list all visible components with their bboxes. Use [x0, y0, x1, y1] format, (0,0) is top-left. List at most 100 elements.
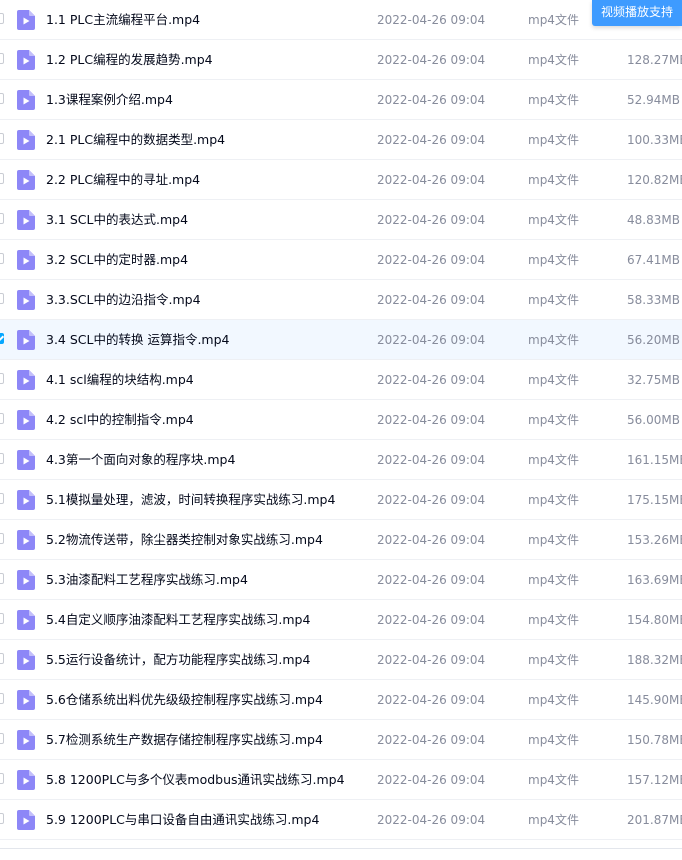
file-size: 100.33MB [627, 133, 682, 147]
video-file-icon [17, 770, 35, 790]
file-name[interactable]: 5.5运行设备统计，配方功能程序实战练习.mp4 [46, 640, 310, 680]
video-file-icon [17, 90, 35, 110]
file-row[interactable]: 5.2物流传送带，除尘器类控制对象实战练习.mp4 2022-04-26 09:0… [0, 520, 682, 560]
row-checkbox[interactable] [0, 133, 4, 144]
file-name[interactable]: 1.2 PLC编程的发展趋势.mp4 [46, 40, 213, 80]
row-checkbox[interactable] [0, 533, 4, 544]
row-checkbox[interactable] [0, 333, 4, 344]
file-row[interactable]: 5.3油漆配料工艺程序实战练习.mp4 2022-04-26 09:04 mp4文件… [0, 560, 682, 600]
file-row[interactable]: 2.1 PLC编程中的数据类型.mp4 2022-04-26 09:04 mp4文件… [0, 120, 682, 160]
file-name[interactable]: 1.1 PLC主流编程平台.mp4 [46, 0, 200, 40]
file-type: mp4文件 [528, 373, 579, 387]
row-checkbox[interactable] [0, 613, 4, 624]
file-name[interactable]: 5.7检测系统生产数据存储控制程序实战练习.mp4 [46, 720, 323, 760]
file-row[interactable]: 5.6仓储系统出料优先级级控制程序实战练习.mp4 2022-04-26 09:0… [0, 680, 682, 720]
video-file-icon [17, 10, 35, 30]
video-file-icon [17, 410, 35, 430]
file-row[interactable]: 4.3第一个面向对象的程序块.mp4 2022-04-26 09:04 mp4文件 1… [0, 440, 682, 480]
row-checkbox[interactable] [0, 653, 4, 664]
video-file-icon [17, 370, 35, 390]
file-date: 2022-04-26 09:04 [377, 133, 486, 147]
file-date: 2022-04-26 09:04 [377, 813, 486, 827]
row-checkbox[interactable] [0, 213, 4, 224]
file-row[interactable]: 4.2 scl中的控制指令.mp4 2022-04-26 09:04 mp4文件 56… [0, 400, 682, 440]
file-row[interactable]: 1.1 PLC主流编程平台.mp42022-04-26 09:04mp4文件56… [0, 0, 682, 40]
video-file-icon [17, 810, 35, 830]
video-file-icon [17, 210, 35, 230]
row-checkbox[interactable] [0, 773, 4, 784]
file-row[interactable]: 5.9 1200PLC与串口设备自由通讯实战练习.mp4 2022-04-26 0… [0, 800, 682, 840]
row-checkbox[interactable] [0, 733, 4, 744]
video-file-icon [17, 250, 35, 270]
file-name[interactable]: 1.3课程案例介绍.mp4 [46, 80, 173, 120]
file-type: mp4文件 [528, 253, 579, 267]
file-name[interactable]: 3.3.SCL中的边沿指令.mp4 [46, 280, 201, 320]
row-checkbox[interactable] [0, 293, 4, 304]
row-checkbox[interactable] [0, 253, 4, 264]
row-checkbox[interactable] [0, 373, 4, 384]
file-type: mp4文件 [528, 653, 579, 667]
video-file-icon [17, 50, 35, 70]
file-size: 145.90MB [627, 693, 682, 707]
file-row[interactable]: 1.2 PLC编程的发展趋势.mp4 2022-04-26 09:04 mp4文件 1… [0, 40, 682, 80]
file-name[interactable]: 4.2 scl中的控制指令.mp4 [46, 400, 194, 440]
row-checkbox[interactable] [0, 173, 4, 184]
file-type: mp4文件 [528, 693, 579, 707]
file-name[interactable]: 5.3油漆配料工艺程序实战练习.mp4 [46, 560, 248, 600]
row-checkbox[interactable] [0, 573, 4, 584]
row-checkbox[interactable] [0, 813, 4, 824]
file-row[interactable]: 5.5运行设备统计，配方功能程序实战练习.mp4 2022-04-26 09:04… [0, 640, 682, 680]
file-name[interactable]: 2.1 PLC编程中的数据类型.mp4 [46, 120, 225, 160]
file-name[interactable]: 2.2 PLC编程中的寻址.mp4 [46, 160, 200, 200]
row-checkbox[interactable] [0, 493, 4, 504]
video-playback-support-button[interactable]: 视频播放支持 [592, 0, 682, 26]
file-date: 2022-04-26 09:04 [377, 173, 486, 187]
file-type: mp4文件 [528, 413, 579, 427]
video-file-icon [17, 170, 35, 190]
file-name[interactable]: 3.2 SCL中的定时器.mp4 [46, 240, 188, 280]
row-checkbox[interactable] [0, 13, 4, 24]
file-size: 52.94MB [627, 93, 680, 107]
file-type: mp4文件 [528, 93, 579, 107]
file-name[interactable]: 5.2物流传送带，除尘器类控制对象实战练习.mp4 [46, 520, 323, 560]
video-file-icon [17, 530, 35, 550]
file-name[interactable]: 5.9 1200PLC与串口设备自由通讯实战练习.mp4 [46, 800, 319, 840]
file-list-page: 视频播放支持 1.1 PLC主流编程平台.mp4 2022-04-26 09:04… [0, 0, 682, 860]
file-type: mp4文件 [528, 613, 579, 627]
file-row[interactable]: 5.7检测系统生产数据存储控制程序实战练习.mp4 2022-04-26 09:0… [0, 720, 682, 760]
file-row[interactable]: 5.1模拟量处理，滤波，时间转换程序实战练习.mp4 2022-04-26 09:… [0, 480, 682, 520]
file-row[interactable]: 3.4 SCL中的转换 运算指令.mp4 2022-04-26 09:04 mp4文… [0, 320, 682, 360]
row-checkbox[interactable] [0, 693, 4, 704]
row-checkbox[interactable] [0, 413, 4, 424]
row-checkbox[interactable] [0, 453, 4, 464]
file-row[interactable]: 3.3.SCL中的边沿指令.mp4 2022-04-26 09:04 mp4文件 58… [0, 280, 682, 320]
row-checkbox[interactable] [0, 93, 4, 104]
file-row[interactable]: 3.2 SCL中的定时器.mp4 2022-04-26 09:04 mp4文件 67.… [0, 240, 682, 280]
file-date: 2022-04-26 09:04 [377, 733, 486, 747]
file-date: 2022-04-26 09:04 [377, 253, 486, 267]
file-name[interactable]: 4.3第一个面向对象的程序块.mp4 [46, 440, 235, 480]
file-row[interactable]: 4.1 scl编程的块结构.mp4 2022-04-26 09:04 mp4文件 32… [0, 360, 682, 400]
file-name[interactable]: 3.4 SCL中的转换 运算指令.mp4 [46, 320, 230, 360]
video-file-icon [17, 650, 35, 670]
video-file-icon [17, 450, 35, 470]
file-row[interactable]: 5.8 1200PLC与多个仪表modbus通讯实战练习.mp4 2022-04-… [0, 760, 682, 800]
file-date: 2022-04-26 09:04 [377, 533, 486, 547]
file-type: mp4文件 [528, 813, 579, 827]
file-date: 2022-04-26 09:04 [377, 613, 486, 627]
video-file-icon [17, 690, 35, 710]
file-name[interactable]: 5.8 1200PLC与多个仪表modbus通讯实战练习.mp4 [46, 760, 345, 800]
file-row[interactable]: 5.4自定义顺序油漆配料工艺程序实战练习.mp4 2022-04-26 09:04… [0, 600, 682, 640]
file-size: 56.00MB [627, 413, 680, 427]
file-name[interactable]: 5.4自定义顺序油漆配料工艺程序实战练习.mp4 [46, 600, 310, 640]
file-size: 128.27MB [627, 53, 682, 67]
file-name[interactable]: 5.6仓储系统出料优先级级控制程序实战练习.mp4 [46, 680, 323, 720]
file-row[interactable]: 3.1 SCL中的表达式.mp4 2022-04-26 09:04 mp4文件 48.… [0, 200, 682, 240]
file-name[interactable]: 4.1 scl编程的块结构.mp4 [46, 360, 194, 400]
video-file-icon [17, 130, 35, 150]
row-checkbox[interactable] [0, 53, 4, 64]
file-row[interactable]: 2.2 PLC编程中的寻址.mp4 2022-04-26 09:04 mp4文件 12… [0, 160, 682, 200]
file-name[interactable]: 5.1模拟量处理，滤波，时间转换程序实战练习.mp4 [46, 480, 335, 520]
file-name[interactable]: 3.1 SCL中的表达式.mp4 [46, 200, 188, 240]
file-row[interactable]: 1.3课程案例介绍.mp4 2022-04-26 09:04 mp4文件 52.94M… [0, 80, 682, 120]
